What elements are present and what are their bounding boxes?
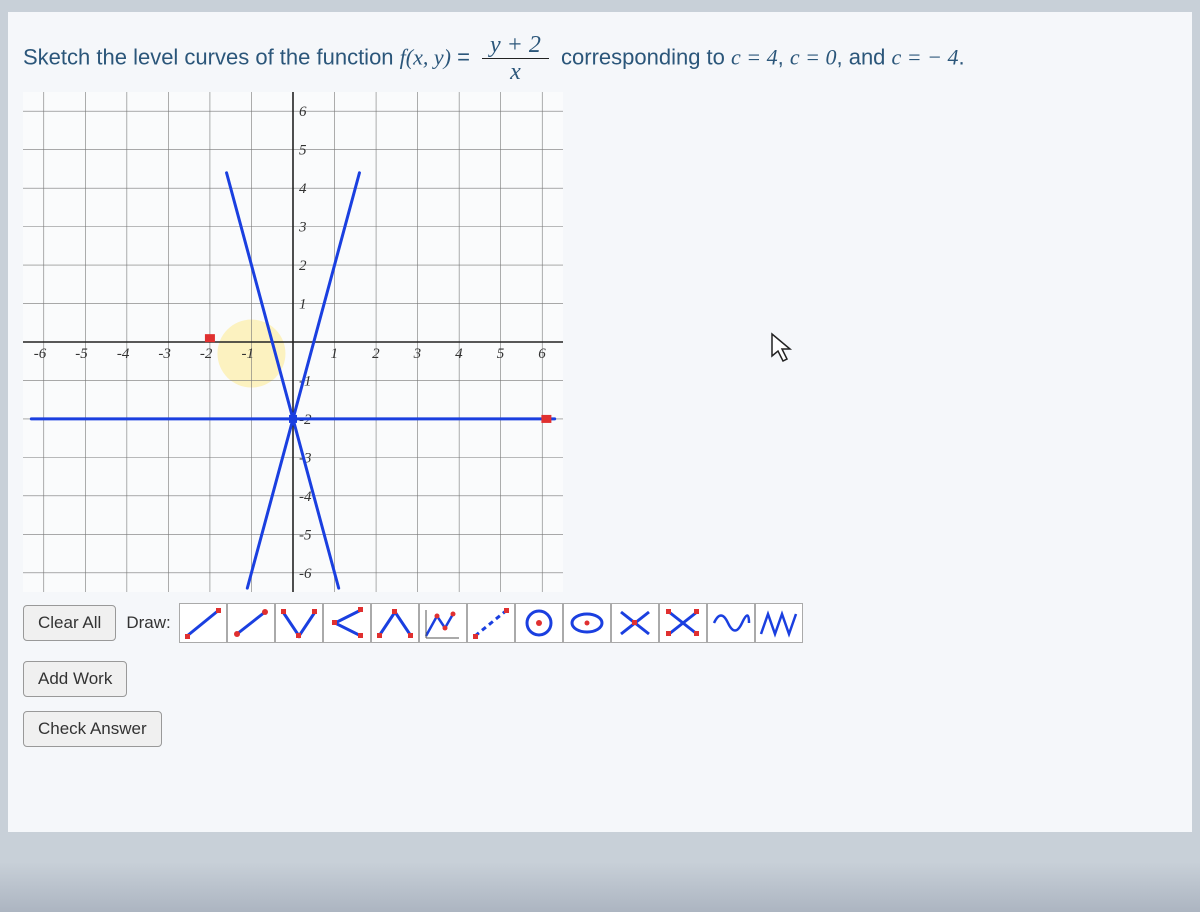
svg-text:-6: -6 <box>34 346 47 362</box>
check-answer-button[interactable]: Check Answer <box>23 711 162 747</box>
svg-text:-1: -1 <box>241 346 254 362</box>
svg-text:-3: -3 <box>158 346 171 362</box>
tool-line-segment[interactable] <box>227 603 275 643</box>
tool-piecewise[interactable] <box>419 603 467 643</box>
svg-text:2: 2 <box>299 258 307 274</box>
svg-text:-4: -4 <box>299 489 312 505</box>
draw-toolbar: Clear All Draw: <box>23 603 1177 643</box>
tool-sine[interactable] <box>707 603 755 643</box>
svg-text:3: 3 <box>413 346 422 362</box>
svg-text:-5: -5 <box>75 346 88 362</box>
svg-text:4: 4 <box>455 346 463 362</box>
svg-text:3: 3 <box>298 219 307 235</box>
tool-zigzag[interactable] <box>755 603 803 643</box>
svg-text:1: 1 <box>331 346 339 362</box>
tool-circle-dot[interactable] <box>515 603 563 643</box>
tool-open-down[interactable] <box>371 603 419 643</box>
tool-line-ne[interactable] <box>179 603 227 643</box>
svg-text:5: 5 <box>497 346 505 362</box>
add-work-button[interactable]: Add Work <box>23 661 127 697</box>
tool-open-up[interactable] <box>275 603 323 643</box>
svg-text:1: 1 <box>299 296 307 312</box>
draw-label: Draw: <box>126 613 170 633</box>
svg-text:4: 4 <box>299 181 307 197</box>
svg-text:-2: -2 <box>200 346 213 362</box>
tool-x-mark[interactable] <box>611 603 659 643</box>
svg-text:6: 6 <box>299 104 307 120</box>
svg-text:-6: -6 <box>299 566 312 582</box>
question-text: Sketch the level curves of the function … <box>23 32 1177 86</box>
svg-text:5: 5 <box>299 142 307 158</box>
svg-text:6: 6 <box>538 346 546 362</box>
svg-text:-5: -5 <box>299 527 312 543</box>
svg-text:-4: -4 <box>117 346 130 362</box>
coordinate-grid[interactable]: -6-5-4-3-2-1123456-6-5-4-3-2-1123456 <box>23 92 563 592</box>
tool-x-box[interactable] <box>659 603 707 643</box>
clear-all-button[interactable]: Clear All <box>23 605 116 641</box>
tool-ellipse[interactable] <box>563 603 611 643</box>
svg-text:2: 2 <box>372 346 380 362</box>
window-edge <box>0 862 1200 912</box>
tool-open-right[interactable] <box>323 603 371 643</box>
tool-dashed-line[interactable] <box>467 603 515 643</box>
